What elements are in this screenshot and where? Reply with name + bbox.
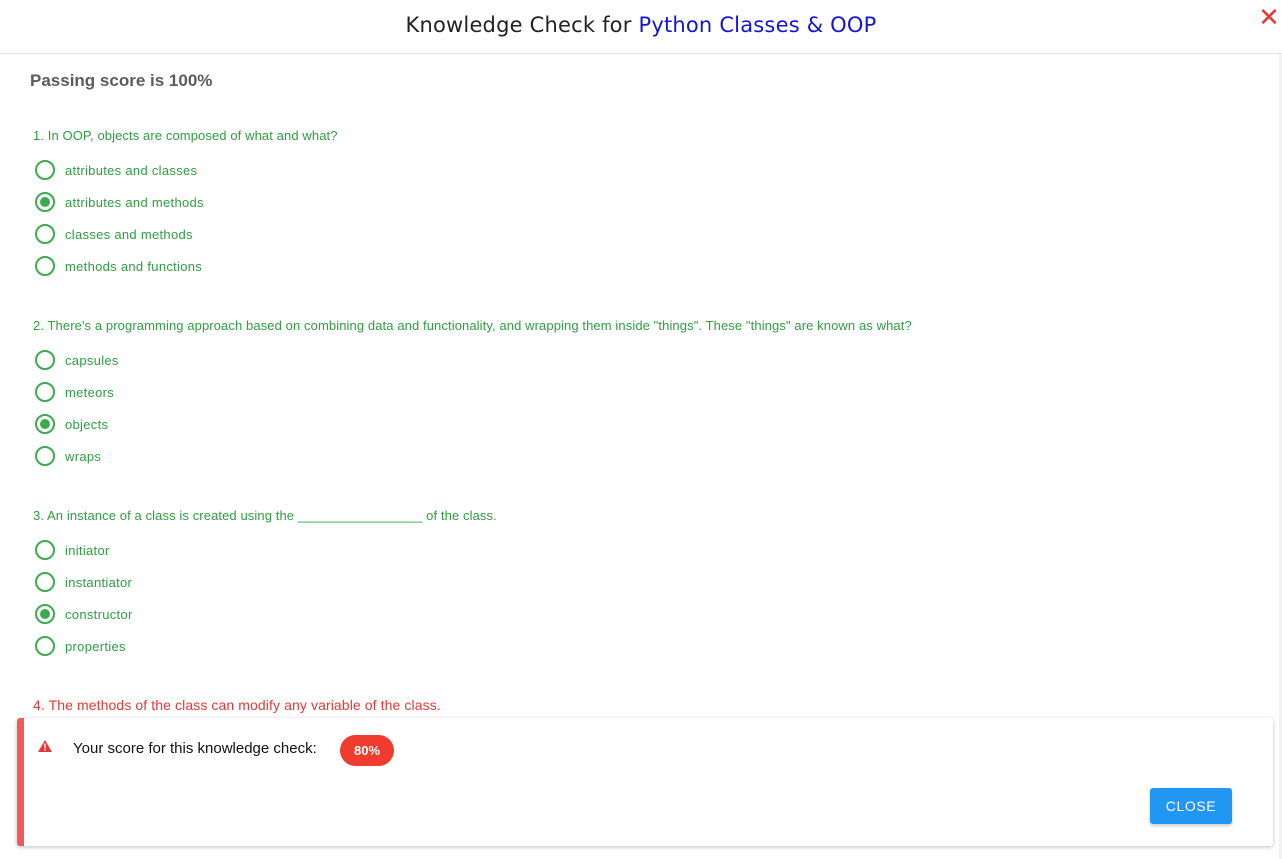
question-text: 1. In OOP, objects are composed of what … [33, 128, 338, 143]
option-item[interactable]: constructor [33, 598, 497, 630]
score-message: Your score for this knowledge check: [73, 740, 317, 757]
option-item[interactable]: wraps [33, 440, 912, 472]
radio-icon[interactable] [35, 160, 55, 180]
option-item[interactable]: initiator [33, 534, 497, 566]
warning-icon [38, 740, 52, 752]
radio-icon[interactable] [35, 572, 55, 592]
close-icon[interactable]: ✕ [1257, 4, 1281, 32]
option-item[interactable]: meteors [33, 376, 912, 408]
option-list: attributes and classes attributes and me… [33, 154, 338, 282]
score-result-panel: Your score for this knowledge check: 80%… [17, 718, 1273, 846]
question-3: 3. An instance of a class is created usi… [33, 508, 497, 662]
question-text: 4. The methods of the class can modify a… [33, 697, 441, 713]
radio-icon[interactable] [35, 636, 55, 656]
radio-icon[interactable] [35, 350, 55, 370]
option-label: wraps [65, 448, 102, 464]
option-item[interactable]: methods and functions [33, 250, 338, 282]
question-4: 4. The methods of the class can modify a… [33, 697, 441, 713]
option-list: initiator instantiator constructor prope… [33, 534, 497, 662]
question-text: 3. An instance of a class is created usi… [33, 508, 497, 523]
dialog-header: Knowledge Check for Python Classes & OOP… [0, 0, 1282, 54]
radio-icon[interactable] [35, 192, 55, 212]
option-item[interactable]: classes and methods [33, 218, 338, 250]
option-item[interactable]: instantiator [33, 566, 497, 598]
radio-icon[interactable] [35, 604, 55, 624]
dialog-title: Knowledge Check for Python Classes & OOP [0, 13, 1282, 37]
radio-icon[interactable] [35, 414, 55, 434]
option-label: attributes and classes [65, 162, 198, 178]
passing-score: Passing score is 100% [30, 71, 213, 90]
option-list: capsules meteors objects wraps [33, 344, 912, 472]
option-label: objects [65, 416, 109, 432]
question-1: 1. In OOP, objects are composed of what … [33, 128, 338, 282]
option-label: attributes and methods [65, 194, 204, 210]
radio-icon[interactable] [35, 382, 55, 402]
option-label: classes and methods [65, 226, 193, 242]
option-item[interactable]: objects [33, 408, 912, 440]
option-label: meteors [65, 384, 115, 400]
radio-icon[interactable] [35, 256, 55, 276]
option-label: methods and functions [65, 258, 203, 274]
close-button[interactable]: CLOSE [1150, 788, 1232, 824]
option-item[interactable]: capsules [33, 344, 912, 376]
score-badge: 80% [340, 735, 394, 766]
option-label: constructor [65, 606, 133, 622]
title-prefix: Knowledge Check for [405, 13, 639, 37]
option-item[interactable]: attributes and classes [33, 154, 338, 186]
radio-icon[interactable] [35, 224, 55, 244]
option-item[interactable]: properties [33, 630, 497, 662]
radio-icon[interactable] [35, 540, 55, 560]
option-label: capsules [65, 352, 119, 368]
title-topic: Python Classes & OOP [638, 13, 877, 37]
question-text: 2. There's a programming approach based … [33, 318, 912, 333]
radio-icon[interactable] [35, 446, 55, 466]
option-label: instantiator [65, 574, 133, 590]
question-2: 2. There's a programming approach based … [33, 318, 912, 472]
option-label: initiator [65, 542, 110, 558]
option-item[interactable]: attributes and methods [33, 186, 338, 218]
option-label: properties [65, 638, 126, 654]
